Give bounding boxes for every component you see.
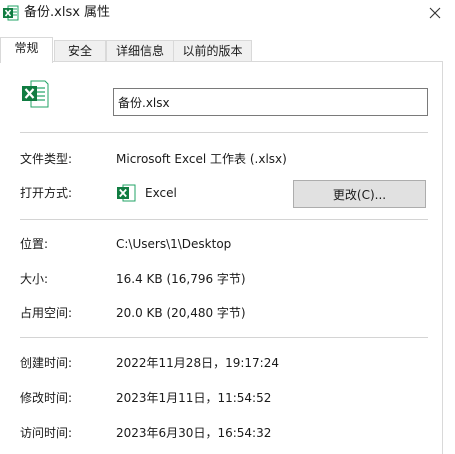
accessed-value: 2023年6月30日，16:54:32 [116, 426, 272, 440]
tab-general[interactable]: 常规 [0, 37, 53, 63]
modified-label: 修改时间: [20, 391, 73, 405]
opens-with-label: 打开方式: [20, 186, 73, 200]
tab-strip: 常规 安全 详细信息 以前的版本 [0, 37, 455, 63]
created-value: 2022年11月28日，19:17:24 [116, 356, 279, 370]
size-on-disk-label: 占用空间: [20, 306, 73, 320]
close-button[interactable] [415, 0, 455, 26]
size-label: 大小: [20, 272, 49, 286]
size-on-disk-value: 20.0 KB (20,480 字节) [116, 306, 246, 320]
title-bar[interactable]: 备份.xlsx 属性 [0, 0, 455, 28]
filename-input[interactable] [113, 88, 428, 116]
excel-app-icon [116, 183, 136, 203]
divider [20, 337, 428, 338]
accessed-label: 访问时间: [20, 426, 73, 440]
excel-file-icon [20, 79, 50, 109]
change-button[interactable]: 更改(C)... [293, 180, 426, 208]
created-label: 创建时间: [20, 356, 73, 370]
properties-dialog: 备份.xlsx 属性 常规 安全 详细信息 以前的版本 文件类型: Micros… [0, 0, 455, 454]
location-value: C:\Users\1\Desktop [116, 237, 232, 251]
tab-security[interactable]: 安全 [54, 40, 106, 61]
close-icon [429, 7, 441, 19]
tab-details[interactable]: 详细信息 [106, 40, 174, 61]
divider [20, 219, 428, 220]
opens-with-app: Excel [145, 186, 177, 200]
tab-previous-versions[interactable]: 以前的版本 [173, 40, 252, 61]
modified-value: 2023年1月11日，11:54:52 [116, 391, 272, 405]
divider [20, 132, 428, 133]
size-value: 16.4 KB (16,796 字节) [116, 272, 246, 286]
window-title: 备份.xlsx 属性 [24, 5, 111, 20]
file-type-value: Microsoft Excel 工作表 (.xlsx) [116, 152, 287, 166]
location-label: 位置: [20, 237, 49, 251]
file-type-label: 文件类型: [20, 152, 73, 166]
excel-icon [3, 5, 19, 21]
